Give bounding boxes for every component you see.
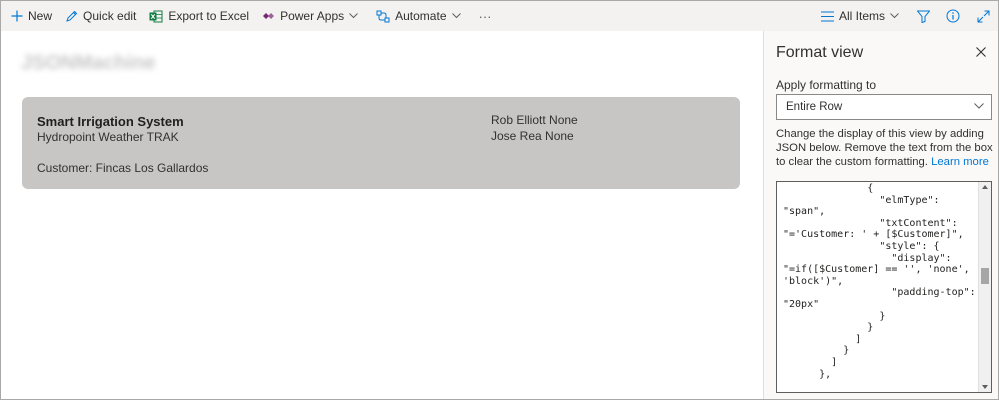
json-editor[interactable]: { "elmType": "span", "txtContent": "='Cu… [776,181,992,393]
expand-icon [977,10,989,22]
card-person-2: Jose Rea None [491,129,574,143]
help-text: Change the display of this view by addin… [776,127,996,169]
scroll-down-arrow-icon[interactable] [982,385,988,389]
card-customer: Customer: Fincas Los Gallardos [37,161,209,175]
automate-icon [376,10,390,22]
more-icon: ··· [478,8,492,24]
chevron-down-icon [890,13,899,19]
command-bar-right: All Items [820,1,998,31]
formatted-row-card[interactable]: Smart Irrigation System Hydropoint Weath… [22,97,740,189]
plus-icon [11,10,23,22]
card-subtitle: Hydropoint Weather TRAK [37,130,179,144]
automate-label: Automate [395,9,447,23]
power-apps-button[interactable]: Power Apps [262,1,363,31]
panel-title: Format view [776,44,864,61]
apply-formatting-value: Entire Row [786,101,843,113]
card-person-1: Rob Elliott None [491,113,578,127]
pencil-icon [66,10,78,22]
json-editor-scrollbar[interactable] [978,182,991,392]
format-view-panel: Format view Apply formatting to Entire R… [763,31,998,399]
scrollbar-thumb[interactable] [981,268,989,284]
export-to-excel-button[interactable]: Export to Excel [149,1,249,31]
view-label: All Items [838,9,885,23]
quick-edit-label: Quick edit [83,9,137,23]
chevron-down-icon [451,13,461,19]
quick-edit-button[interactable]: Quick edit [65,1,136,31]
list-icon [820,11,834,21]
power-apps-icon [263,13,275,19]
command-bar-left: New Quick edit Export to Excel Power App… [1,1,505,31]
expand-button[interactable] [968,1,998,31]
close-button[interactable] [972,43,990,61]
learn-more-link[interactable]: Learn more [931,156,989,168]
automate-button[interactable]: Automate [376,1,465,31]
excel-icon [149,10,163,22]
chevron-down-icon [349,13,358,19]
export-label: Export to Excel [168,9,250,23]
list-view: JSONMachine Smart Irrigation System Hydr… [1,31,763,399]
filter-button[interactable] [908,1,938,31]
apply-formatting-dropdown[interactable]: Entire Row [776,94,992,120]
json-editor-content[interactable]: { "elmType": "span", "txtContent": "='Cu… [783,183,978,380]
close-icon [976,47,986,57]
more-button[interactable]: ··· [479,1,492,31]
card-title: Smart Irrigation System [37,114,184,129]
info-icon [946,9,960,23]
scroll-up-arrow-icon[interactable] [982,185,988,189]
power-apps-label: Power Apps [280,9,345,23]
new-label: New [28,9,53,23]
command-bar: New Quick edit Export to Excel Power App… [1,1,998,31]
chevron-down-icon [974,103,984,109]
new-button[interactable]: New [11,1,52,31]
info-button[interactable] [938,1,968,31]
filter-icon [916,10,930,23]
apply-formatting-label: Apply formatting to [776,78,877,92]
list-title: JSONMachine [21,52,156,74]
view-selector[interactable]: All Items [820,1,904,31]
